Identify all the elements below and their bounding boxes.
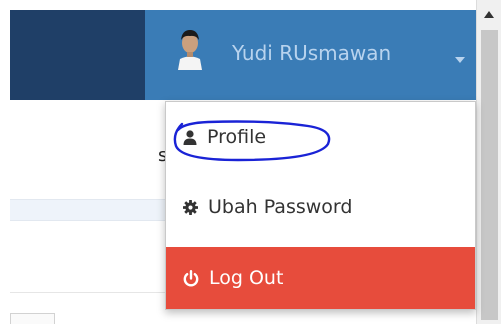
user-dropdown-menu: Profile Ubah Password Log Out [165,101,476,310]
power-icon [183,269,199,286]
menu-item-logout[interactable]: Log Out [166,247,475,309]
menu-item-profile[interactable]: Profile [166,112,475,162]
navbar-user-area: Yudi RUsmawan [145,10,476,100]
menu-item-change-password[interactable]: Ubah Password [166,182,475,232]
user-icon [183,129,197,145]
menu-item-change-password-label: Ubah Password [208,196,353,218]
scroll-up-arrow-icon[interactable] [477,0,501,28]
scrollbar-thumb[interactable] [481,30,498,320]
menu-item-logout-label: Log Out [209,267,284,289]
top-navbar: Yudi RUsmawan [0,0,476,100]
user-menu-toggle[interactable]: Yudi RUsmawan [175,10,475,100]
vertical-scrollbar[interactable] [476,0,501,324]
chevron-down-icon [455,57,465,63]
content-panel-header [10,199,165,221]
content-divider [10,292,165,293]
avatar [175,26,205,70]
navbar-left-panel [10,10,145,100]
content-input-fragment [10,313,55,324]
username-label: Yudi RUsmawan [232,41,392,65]
menu-item-profile-label: Profile [207,126,267,148]
gear-icon [183,199,198,215]
